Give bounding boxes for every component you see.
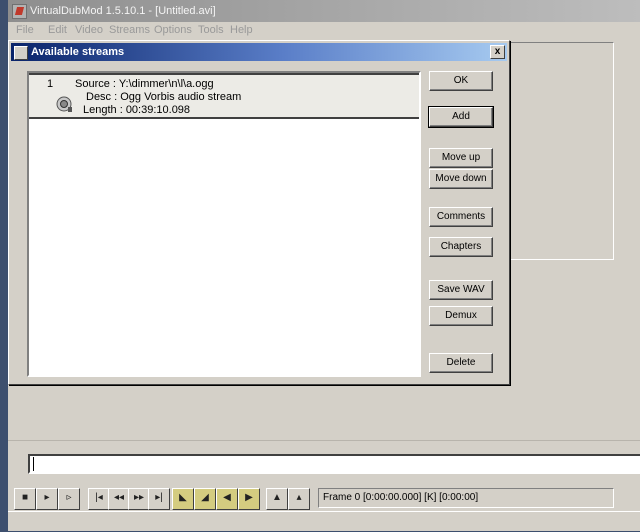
mark-in-icon[interactable]: ◣: [172, 488, 194, 510]
menu-tools[interactable]: Tools: [198, 24, 224, 36]
position-slider[interactable]: [28, 454, 640, 474]
app-icon: [12, 4, 27, 19]
start-icon[interactable]: |◂: [88, 488, 110, 510]
stream-source: Source : Y:\dimmer\n\l\a.ogg: [75, 78, 214, 90]
streams-list[interactable]: 1 Source : Y:\dimmer\n\l\a.ogg Desc : Og…: [27, 71, 421, 377]
available-streams-dialog: Available streams x 1 Source : Y:\dimmer…: [8, 40, 510, 385]
menu-file[interactable]: File: [16, 24, 34, 36]
slider-thumb[interactable]: [33, 457, 34, 471]
menu-bar: File Edit Video Streams Options Tools He…: [8, 22, 640, 40]
menu-streams[interactable]: Streams: [109, 24, 150, 36]
prev-key-icon[interactable]: ◂◂: [108, 488, 130, 510]
dialog-title: Available streams: [31, 46, 125, 58]
dialog-titlebar: Available streams x: [11, 43, 507, 61]
save-wav-button[interactable]: Save WAV: [429, 280, 493, 300]
menu-edit[interactable]: Edit: [48, 24, 67, 36]
speaker-icon: [56, 96, 72, 112]
stream-index: 1: [47, 78, 54, 90]
scene-next-icon[interactable]: ▶: [238, 488, 260, 510]
dialog-icon: [14, 46, 28, 60]
delete-button[interactable]: Delete: [429, 353, 493, 373]
status-bar: [8, 511, 640, 532]
key-next-icon[interactable]: ▴: [288, 488, 310, 510]
play-input-icon[interactable]: ▸: [36, 488, 58, 510]
separator: [8, 440, 640, 441]
key-prev-icon[interactable]: ▲: [266, 488, 288, 510]
ok-button[interactable]: OK: [429, 71, 493, 91]
list-item[interactable]: 1 Source : Y:\dimmer\n\l\a.ogg Desc : Og…: [29, 73, 419, 119]
menu-video[interactable]: Video: [75, 24, 103, 36]
stream-length: Length : 00:39:10.098: [83, 104, 191, 116]
menu-help[interactable]: Help: [230, 24, 253, 36]
end-icon[interactable]: ▸|: [148, 488, 170, 510]
mark-out-icon[interactable]: ◢: [194, 488, 216, 510]
move-down-button[interactable]: Move down: [429, 169, 493, 189]
output-video-pane: [508, 42, 614, 260]
main-titlebar: VirtualDubMod 1.5.10.1 - [Untitled.avi]: [8, 0, 640, 22]
chapters-button[interactable]: Chapters: [429, 237, 493, 257]
next-key-icon[interactable]: ▸▸: [128, 488, 150, 510]
play-output-icon[interactable]: ▹: [58, 488, 80, 510]
close-icon[interactable]: x: [490, 45, 505, 59]
move-up-button[interactable]: Move up: [429, 148, 493, 168]
menu-options[interactable]: Options: [154, 24, 192, 36]
stream-desc: Desc : Ogg Vorbis audio stream: [86, 91, 242, 103]
frame-status: Frame 0 [0:00:00.000] [K] [0:00:00]: [318, 488, 614, 508]
scene-prev-icon[interactable]: ◀: [216, 488, 238, 510]
comments-button[interactable]: Comments: [429, 207, 493, 227]
add-button[interactable]: Add: [428, 106, 494, 128]
demux-button[interactable]: Demux: [429, 306, 493, 326]
stop-icon[interactable]: ■: [14, 488, 36, 510]
main-title: VirtualDubMod 1.5.10.1 - [Untitled.avi]: [30, 5, 216, 17]
